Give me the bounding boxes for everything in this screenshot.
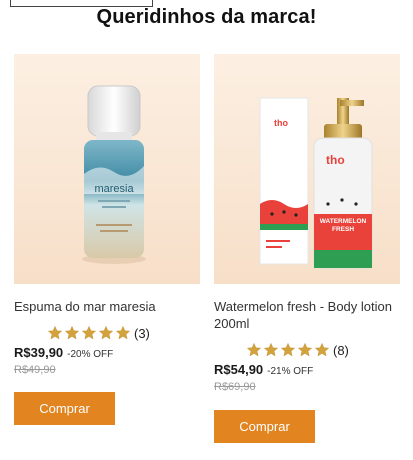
product-image[interactable]: tho tho WATERMELON FRESH [214,54,400,284]
buy-button[interactable]: Comprar [214,410,315,443]
product-name[interactable]: Espuma do mar maresia [14,298,200,315]
price: R$39,90 [14,345,64,360]
star-icon [280,342,296,357]
buy-button[interactable]: Comprar [14,392,115,425]
star-icon [81,325,97,340]
box-brand: tho [274,118,288,128]
section-title: Queridinhos da marca! [96,6,317,28]
star-icon [115,325,131,340]
star-icon [314,342,330,357]
product-image[interactable]: maresia [14,54,200,284]
old-price: R$49,90 [14,364,56,376]
product-name[interactable]: Watermelon fresh - Body lotion 200ml [214,298,400,332]
rating-count: (3) [134,325,150,341]
product-card[interactable]: maresia Espuma do mar maresia (3) R$39,9… [14,54,200,425]
old-price: R$69,90 [214,381,256,393]
product-card[interactable]: tho tho WATERMELON FRESH Watermelon fres… [214,54,400,443]
price-row: R$39,90 -20% OFF [14,345,200,360]
star-icon [98,325,114,340]
discount-badge: -21% OFF [267,366,314,377]
discount-badge: -20% OFF [67,349,114,360]
star-icon [246,342,262,357]
rating-count: (8) [333,342,349,358]
price: R$54,90 [214,362,264,377]
price-row: R$54,90 -21% OFF [214,362,400,377]
star-rating [246,342,330,358]
rating: (3) [14,325,200,341]
bottle-label: WATERMELON FRESH [319,218,367,233]
star-rating [47,325,131,341]
bottle-label: maresia [94,183,134,195]
star-icon [64,325,80,340]
bottle-brand: tho [326,153,345,167]
rating: (8) [214,342,400,358]
star-icon [263,342,279,357]
star-icon [297,342,313,357]
star-icon [47,325,63,340]
